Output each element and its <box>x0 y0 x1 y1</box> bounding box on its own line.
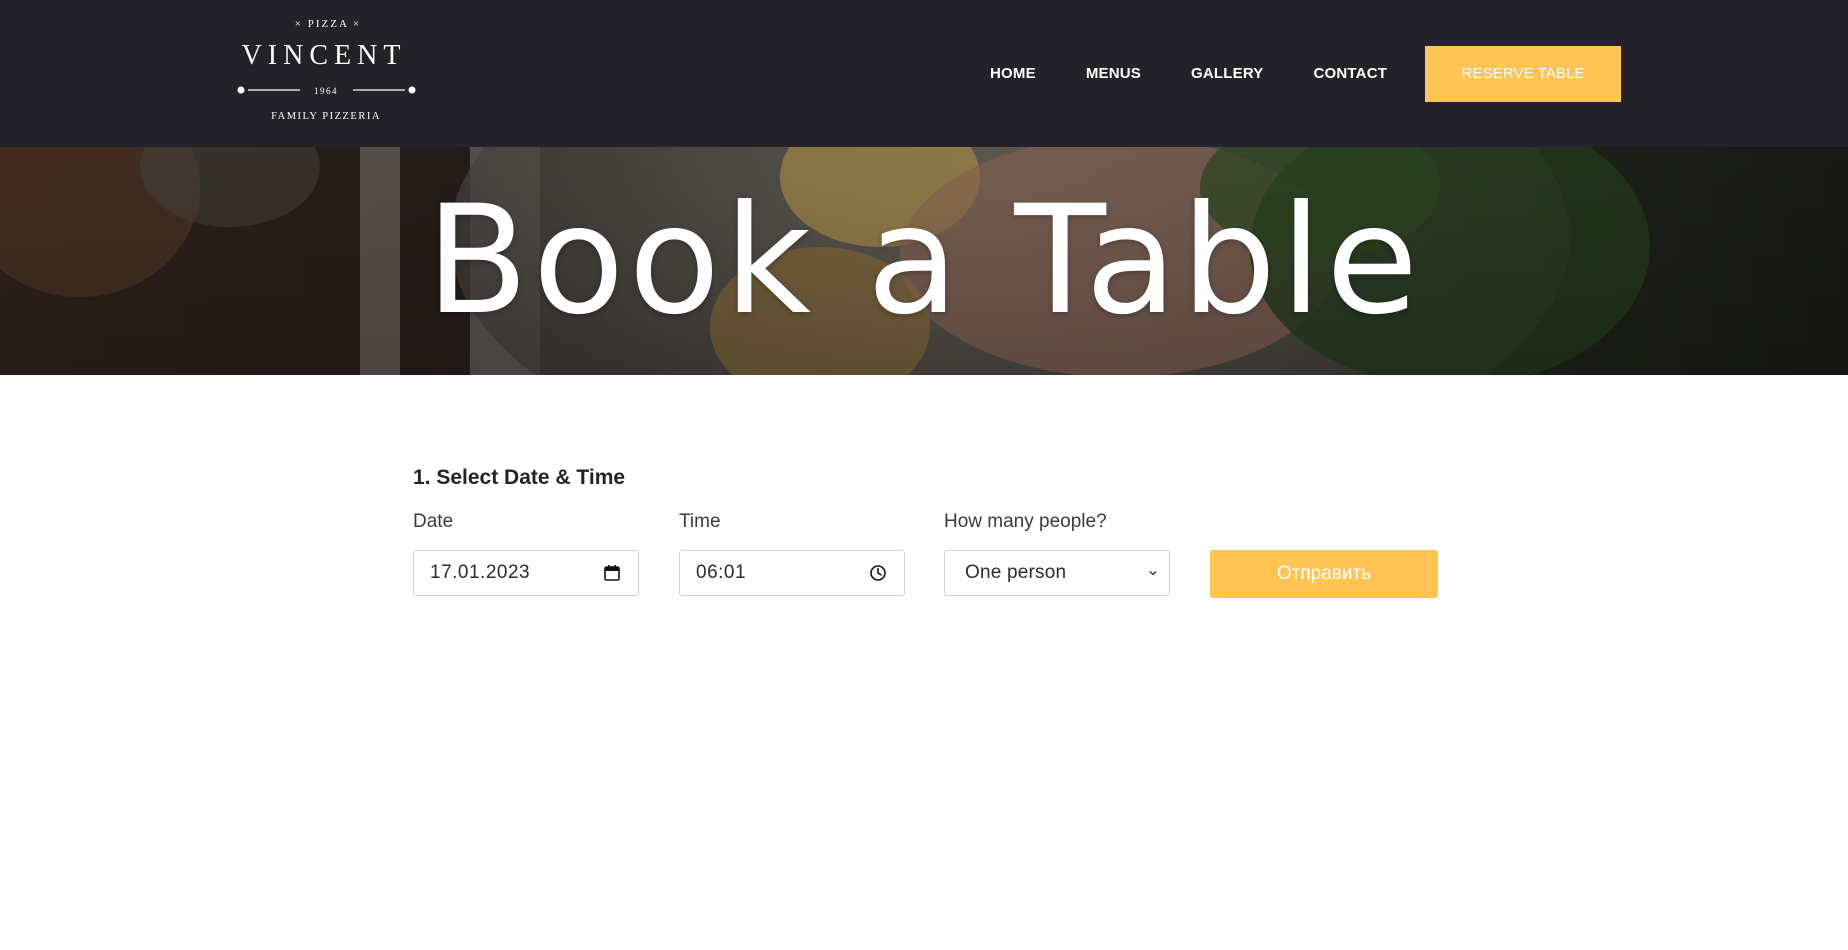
time-label: Time <box>679 511 721 532</box>
people-select[interactable]: One person <box>944 550 1170 596</box>
people-selected-value: One person <box>965 562 1067 583</box>
hero-title: Book a Table <box>425 174 1423 348</box>
nav-gallery-link[interactable]: GALLERY <box>1191 65 1264 82</box>
nav-home-link[interactable]: HOME <box>990 65 1036 82</box>
nav-contact-link[interactable]: CONTACT <box>1314 65 1388 82</box>
logo-tagline: FAMILY PIZZERIA <box>271 111 381 122</box>
clock-icon[interactable] <box>868 563 888 583</box>
logo-top-line: × PIZZA × <box>295 18 361 30</box>
logo-year: 1964 <box>314 86 338 96</box>
reserve-table-button[interactable]: RESERVE TABLE <box>1425 45 1622 102</box>
logo-graphic: × PIZZA × VINCENT 1964 FAMILY PIZZERIA <box>237 18 416 122</box>
date-label: Date <box>413 511 454 532</box>
hero-banner: Book a Table <box>0 147 1848 375</box>
time-input[interactable]: 06:01 <box>679 550 905 596</box>
chevron-down-icon <box>1143 563 1163 583</box>
section-title: 1. Select Date & Time <box>413 466 626 489</box>
submit-button[interactable]: Отправить <box>1210 550 1438 598</box>
main-nav: HOME MENUS GALLERY CONTACT RESERVE TABLE <box>990 0 1622 147</box>
nav-menus-link[interactable]: MENUS <box>1086 65 1141 82</box>
calendar-icon[interactable] <box>602 563 622 583</box>
booking-form: 1. Select Date & Time Date Time How many… <box>0 375 1848 950</box>
site-header: × PIZZA × VINCENT 1964 FAMILY PIZZERIA H… <box>0 0 1848 147</box>
time-value: 06:01 <box>696 562 747 583</box>
logo-name: VINCENT <box>242 40 407 71</box>
people-label: How many people? <box>944 511 1107 532</box>
site-logo[interactable]: × PIZZA × VINCENT 1964 FAMILY PIZZERIA <box>228 12 428 130</box>
date-input[interactable]: 17.01.2023 <box>413 550 639 596</box>
date-value: 17.01.2023 <box>430 562 531 583</box>
